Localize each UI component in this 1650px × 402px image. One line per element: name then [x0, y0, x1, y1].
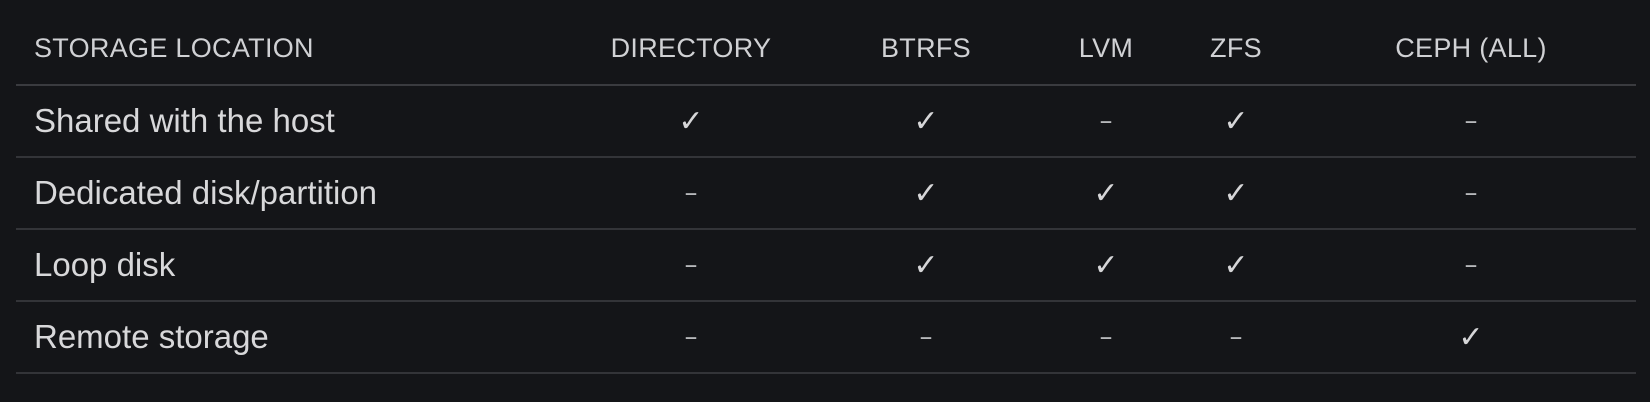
- table-header: STORAGE LOCATION DIRECTORY BTRFS LVM ZFS…: [16, 12, 1636, 86]
- cell-lvm: –: [1046, 301, 1166, 374]
- table-row: Remote storage – – – – ✓: [16, 301, 1636, 374]
- cell-btrfs: ✓: [806, 229, 1046, 302]
- header-row: STORAGE LOCATION DIRECTORY BTRFS LVM ZFS…: [16, 12, 1636, 86]
- cell-btrfs: ✓: [806, 157, 1046, 230]
- cell-directory: –: [576, 301, 806, 374]
- cell-directory: –: [576, 157, 806, 230]
- row-label-shared-with-host: Shared with the host: [16, 85, 576, 158]
- row-label-loop-disk: Loop disk: [16, 229, 576, 302]
- cell-zfs: ✓: [1166, 157, 1306, 230]
- storage-comparison-table-wrapper: STORAGE LOCATION DIRECTORY BTRFS LVM ZFS…: [16, 12, 1636, 374]
- table-row: Dedicated disk/partition – ✓ ✓ ✓ –: [16, 157, 1636, 230]
- cell-ceph: ✓: [1306, 301, 1636, 374]
- table-body: Shared with the host ✓ ✓ – ✓ – Dedicated…: [16, 85, 1636, 374]
- cell-ceph: –: [1306, 229, 1636, 302]
- cell-lvm: ✓: [1046, 229, 1166, 302]
- cell-directory: ✓: [576, 85, 806, 158]
- cell-ceph: –: [1306, 85, 1636, 158]
- cell-btrfs: –: [806, 301, 1046, 374]
- cell-zfs: ✓: [1166, 229, 1306, 302]
- row-label-dedicated-disk: Dedicated disk/partition: [16, 157, 576, 230]
- cell-directory: –: [576, 229, 806, 302]
- cell-zfs: ✓: [1166, 85, 1306, 158]
- header-btrfs: BTRFS: [806, 12, 1046, 86]
- storage-comparison-table: STORAGE LOCATION DIRECTORY BTRFS LVM ZFS…: [16, 12, 1636, 374]
- header-zfs: ZFS: [1166, 12, 1306, 86]
- cell-zfs: –: [1166, 301, 1306, 374]
- header-storage-location: STORAGE LOCATION: [16, 12, 576, 86]
- cell-ceph: –: [1306, 157, 1636, 230]
- cell-lvm: ✓: [1046, 157, 1166, 230]
- table-row: Shared with the host ✓ ✓ – ✓ –: [16, 85, 1636, 158]
- header-ceph: CEPH (ALL): [1306, 12, 1636, 86]
- cell-btrfs: ✓: [806, 85, 1046, 158]
- header-lvm: LVM: [1046, 12, 1166, 86]
- header-directory: DIRECTORY: [576, 12, 806, 86]
- row-label-remote-storage: Remote storage: [16, 301, 576, 374]
- table-row: Loop disk – ✓ ✓ ✓ –: [16, 229, 1636, 302]
- cell-lvm: –: [1046, 85, 1166, 158]
